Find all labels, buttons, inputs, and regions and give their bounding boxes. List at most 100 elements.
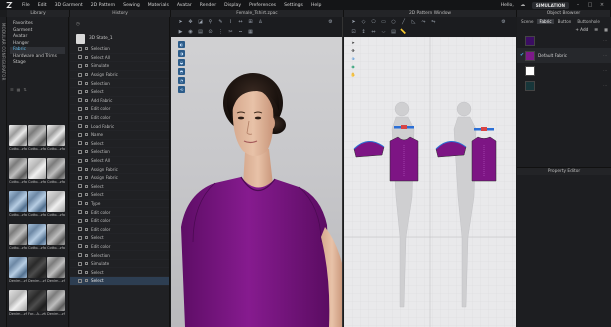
- history-row[interactable]: Selection: [70, 45, 169, 54]
- menu-item-help[interactable]: Help: [307, 3, 325, 8]
- menu-item-sewing[interactable]: Sewing: [119, 3, 144, 8]
- texture-icon[interactable]: ▤: [197, 29, 204, 35]
- simulation-mode-button[interactable]: SIMULATION: [531, 1, 569, 9]
- history-row[interactable]: Assign Fabric: [70, 165, 169, 174]
- history-row[interactable]: Select: [70, 140, 169, 149]
- measure-icon[interactable]: ↔: [237, 19, 244, 25]
- edit-point-icon[interactable]: ◇: [360, 19, 367, 25]
- fabric-thumbnail[interactable]: Cotto...zfab: [47, 224, 65, 252]
- polygon-icon[interactable]: ⬠: [370, 19, 377, 25]
- menu-item-preferences[interactable]: Preferences: [245, 3, 280, 8]
- menu-item-edit[interactable]: Edit: [34, 3, 51, 8]
- history-row[interactable]: Select: [70, 88, 169, 97]
- minimize-icon[interactable]: –: [575, 2, 581, 8]
- history-row[interactable]: Edit color: [70, 217, 169, 226]
- grid-icon[interactable]: ▦: [247, 29, 254, 35]
- fabric-thumbnail[interactable]: Cotto...zfab: [47, 191, 65, 219]
- history-row[interactable]: Select: [70, 234, 169, 243]
- fabric-thumbnail[interactable]: Denim...zfab: [9, 257, 27, 285]
- dart-icon[interactable]: ◺: [410, 19, 417, 25]
- object-view-icon[interactable]: ☰: [594, 27, 598, 32]
- fabric-options-icon[interactable]: ⋯: [603, 53, 607, 58]
- add-fabric-button[interactable]: + Add: [575, 27, 588, 32]
- library-item-stage[interactable]: Stage: [10, 60, 65, 67]
- history-row[interactable]: Select All: [70, 54, 169, 63]
- symmetry-icon[interactable]: ⇔: [370, 29, 377, 35]
- history-row[interactable]: Simulate: [70, 260, 169, 269]
- history-row[interactable]: Edit color: [70, 114, 169, 123]
- vertical-tab-label[interactable]: MODULAR CONFIGURATOR: [1, 23, 6, 81]
- fabric-thumbnail[interactable]: Denim...zfab: [47, 290, 65, 318]
- zipper-icon[interactable]: ⋮: [217, 29, 224, 35]
- fabric-thumbnail[interactable]: Cotto...zfab: [9, 158, 27, 186]
- fabric-thumbnail[interactable]: Cotto...zfab: [9, 191, 27, 219]
- object-tab-button[interactable]: Button: [556, 19, 574, 24]
- history-row[interactable]: Name: [70, 131, 169, 140]
- fabric-row[interactable]: ⋯: [517, 78, 611, 93]
- history-row[interactable]: Load Fabric: [70, 122, 169, 131]
- button-tool-icon[interactable]: ⊙: [207, 29, 214, 35]
- history-row[interactable]: Simulate: [70, 62, 169, 71]
- notch-icon[interactable]: ⌵: [380, 29, 387, 35]
- history-row[interactable]: Type: [70, 200, 169, 209]
- fabric-options-icon[interactable]: ⋯: [603, 83, 607, 88]
- fabric-thumbnail[interactable]: For...A...zfab: [28, 290, 46, 318]
- select-icon[interactable]: ➤: [177, 19, 184, 25]
- internal-line-icon[interactable]: ╱: [400, 19, 407, 25]
- history-row[interactable]: Edit color: [70, 225, 169, 235]
- fabric-thumbnail[interactable]: Cotto...zfab: [28, 191, 46, 219]
- fabric-options-icon[interactable]: ⋯: [603, 38, 607, 43]
- library-tool-icon[interactable]: ☰: [10, 87, 14, 92]
- menu-item-2d-pattern[interactable]: 2D Pattern: [87, 3, 119, 8]
- library-tool-icon[interactable]: ▦: [17, 87, 21, 92]
- menu-item-file[interactable]: File: [18, 3, 34, 8]
- history-row[interactable]: Edit color: [70, 208, 169, 217]
- arrange-icon[interactable]: ⊞: [247, 19, 254, 25]
- topstitch-icon[interactable]: ┅: [237, 29, 244, 35]
- tape-icon[interactable]: ⌇: [227, 19, 234, 25]
- fabric-thumbnail[interactable]: Cotto...zfab: [9, 224, 27, 252]
- fabric-thumbnail[interactable]: Cotto...zfab: [28, 125, 46, 153]
- grainline-icon[interactable]: ↕: [360, 29, 367, 35]
- history-row[interactable]: Assign Fabric: [70, 71, 169, 80]
- 2d-pattern-window[interactable]: ➤ ◇ ⬠ ▭ ○ ╱ ◺ ⤳ ⥲ ⊡ ↕ ⇔ ⌵ ▤ 📏 ⚙ ➤ ✥ ⊕ ◉ …: [344, 17, 516, 327]
- maximize-icon[interactable]: □: [587, 2, 593, 8]
- ruler-icon[interactable]: 📏: [400, 29, 407, 35]
- fabric-row[interactable]: ✔ Default Fabric ⋯: [517, 48, 611, 63]
- menu-item-3d-garment[interactable]: 3D Garment: [51, 3, 87, 8]
- fabric-row[interactable]: ⋯: [517, 63, 611, 78]
- 3d-garment-window[interactable]: ➤ ✥ ◪ ⚲ ✎ ⌇ ↔ ⊞ ♙ ▶ ◉ ▤ ⊙ ⋮ ✂ ┅ ▦ ⚙ ◐ ◑ …: [171, 17, 343, 327]
- menu-item-materials[interactable]: Materials: [144, 3, 173, 8]
- history-row[interactable]: Add Fabric: [70, 97, 169, 106]
- free-sewing-icon[interactable]: ⥲: [430, 19, 437, 25]
- object-view-icon[interactable]: ▦: [604, 27, 608, 32]
- seam-allowance-icon[interactable]: ⊡: [350, 29, 357, 35]
- fabric-thumbnail[interactable]: Cotto...zfab: [28, 158, 46, 186]
- history-row[interactable]: Select All: [70, 157, 169, 166]
- trim-icon[interactable]: ✂: [227, 29, 234, 35]
- history-row[interactable]: Select: [70, 277, 169, 286]
- history-first-state[interactable]: 3D State_1: [70, 32, 169, 45]
- fabric-thumbnail[interactable]: Denim...zfab: [9, 290, 27, 318]
- edit-pattern-icon[interactable]: ➤: [350, 19, 357, 25]
- texture-2d-icon[interactable]: ▤: [390, 29, 397, 35]
- pin-icon[interactable]: ⚲: [207, 19, 214, 25]
- rectangle-icon[interactable]: ▭: [380, 19, 387, 25]
- history-row[interactable]: Selection: [70, 251, 169, 260]
- camera-icon[interactable]: ◉: [187, 29, 194, 35]
- history-row[interactable]: Select: [70, 183, 169, 192]
- transform-icon[interactable]: ✥: [187, 19, 194, 25]
- fabric-row[interactable]: ⋯: [517, 33, 611, 48]
- history-row[interactable]: Edit color: [70, 105, 169, 114]
- menu-item-avatar[interactable]: Avatar: [173, 3, 196, 8]
- segment-sewing-icon[interactable]: ⤳: [420, 19, 427, 25]
- menu-item-display[interactable]: Display: [220, 3, 245, 8]
- fabric-thumbnail[interactable]: Denim...zfab: [47, 257, 65, 285]
- history-row[interactable]: Selection: [70, 148, 169, 157]
- fold-icon[interactable]: ◪: [197, 19, 204, 25]
- fabric-thumbnail[interactable]: Cotto...zfab: [9, 125, 27, 153]
- avatar-icon[interactable]: ♙: [257, 19, 264, 25]
- cloud-icon[interactable]: ☁: [520, 2, 526, 8]
- simulate-icon[interactable]: ▶: [177, 29, 184, 35]
- fabric-thumbnail[interactable]: Cotto...zfab: [47, 158, 65, 186]
